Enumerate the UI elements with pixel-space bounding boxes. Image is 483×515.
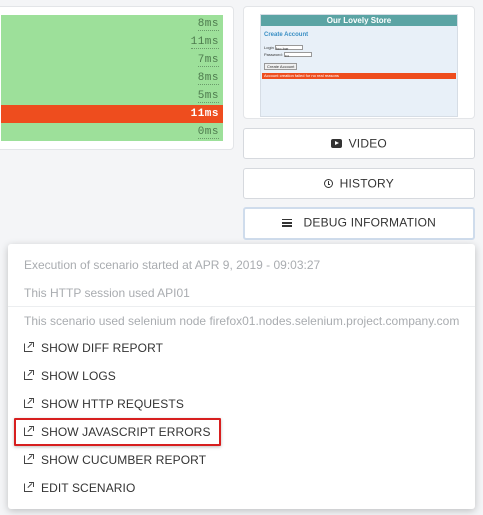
- thumbnail-password-field: •••: [283, 52, 312, 58]
- debug-information-label: DEBUG INFORMATION: [303, 215, 437, 230]
- menu-item-label: SHOW CUCUMBER REPORT: [41, 453, 207, 467]
- menu-item-show-logs[interactable]: SHOW LOGS: [24, 366, 116, 386]
- video-button-label: VIDEO: [348, 136, 387, 151]
- thumbnail-password-label: Password:: [264, 52, 283, 57]
- menu-item-label: SHOW DIFF REPORT: [41, 341, 164, 355]
- screenshot-thumbnail[interactable]: Our Lovely Store Create Account Login fo…: [260, 14, 458, 117]
- thumbnail-create-button: Create Account: [264, 63, 298, 70]
- external-link-icon: [24, 482, 34, 493]
- external-link-icon: [24, 454, 34, 465]
- history-button-label: HISTORY: [339, 176, 394, 191]
- external-link-icon: [24, 370, 34, 381]
- timing-row: 7ms: [1, 51, 223, 69]
- external-link-icon: [24, 398, 34, 409]
- menu-divider: [8, 306, 475, 307]
- menu-item-show-diff-report[interactable]: SHOW DIFF REPORT: [24, 338, 163, 358]
- thumbnail-login-label: Login: [264, 45, 274, 50]
- timing-row: 11ms: [1, 33, 223, 51]
- step-timings-panel: 8ms 11ms 7ms 8ms 5ms 11ms 0ms: [0, 6, 234, 150]
- menu-item-label: SHOW LOGS: [41, 369, 116, 383]
- debug-information-button[interactable]: DEBUG INFORMATION: [243, 207, 475, 240]
- timing-row: 8ms: [1, 69, 223, 87]
- timing-value[interactable]: 5ms: [197, 90, 219, 103]
- thumbnail-password-row: Password: •••: [264, 52, 312, 58]
- execution-start-info: Execution of scenario started at APR 9, …: [24, 258, 321, 272]
- timing-value[interactable]: 8ms: [197, 72, 219, 85]
- timing-value[interactable]: 11ms: [190, 36, 219, 49]
- screenshot-preview[interactable]: Our Lovely Store Create Account Login fo…: [243, 6, 475, 119]
- http-session-info: This HTTP session used API01: [24, 286, 190, 300]
- menu-icon: [281, 218, 292, 227]
- debug-information-dropdown: Execution of scenario started at APR 9, …: [8, 244, 475, 509]
- selenium-node-info: This scenario used selenium node firefox…: [24, 314, 460, 328]
- timing-value[interactable]: 0ms: [197, 126, 219, 139]
- menu-item-label: SHOW HTTP REQUESTS: [41, 397, 184, 411]
- step-timings-list: 8ms 11ms 7ms 8ms 5ms 11ms 0ms: [1, 15, 223, 141]
- menu-item-label: EDIT SCENARIO: [41, 481, 136, 495]
- thumbnail-title: Our Lovely Store: [261, 15, 457, 26]
- history-clock-icon: [324, 179, 334, 189]
- youtube-play-icon: [331, 139, 343, 149]
- video-button[interactable]: VIDEO: [243, 128, 475, 159]
- timing-value[interactable]: 7ms: [197, 54, 219, 67]
- timing-row: 5ms: [1, 87, 223, 105]
- thumbnail-heading: Create Account: [264, 32, 309, 38]
- highlight-box: [14, 418, 221, 446]
- history-button[interactable]: HISTORY: [243, 168, 475, 199]
- timing-value[interactable]: 8ms: [197, 18, 219, 31]
- thumbnail-login-row: Login foo.bar: [264, 45, 303, 51]
- timing-value[interactable]: 11ms: [191, 108, 219, 120]
- menu-item-edit-scenario[interactable]: EDIT SCENARIO: [24, 478, 135, 498]
- menu-item-show-cucumber-report[interactable]: SHOW CUCUMBER REPORT: [24, 450, 206, 470]
- thumbnail-error-banner: Account creation failed for no real reas…: [262, 73, 456, 79]
- menu-item-show-http-requests[interactable]: SHOW HTTP REQUESTS: [24, 394, 184, 414]
- timing-row: 0ms: [1, 123, 223, 141]
- external-link-icon: [24, 342, 34, 353]
- timing-row-failed: 11ms: [1, 105, 223, 123]
- thumbnail-login-field: foo.bar: [274, 45, 303, 51]
- timing-row: 8ms: [1, 15, 223, 33]
